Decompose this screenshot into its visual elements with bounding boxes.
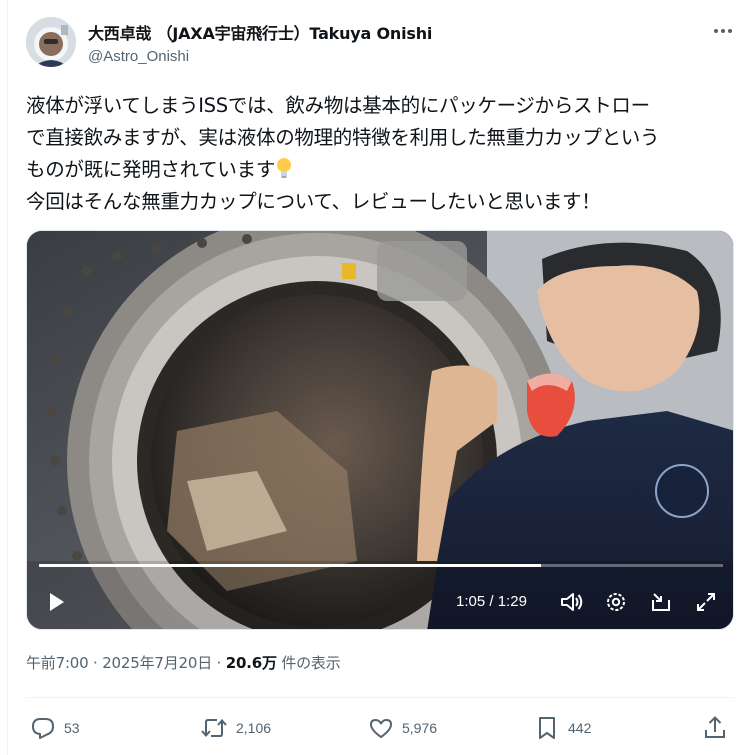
fullscreen-icon[interactable] xyxy=(693,589,719,615)
settings-icon[interactable] xyxy=(603,589,629,615)
views-count: 20.6万 xyxy=(225,654,277,672)
light-bulb-emoji xyxy=(277,158,292,178)
share-icon xyxy=(705,716,725,738)
display-name[interactable]: 大西卓哉 （JAXA宇宙飛行士）Takuya Onishi xyxy=(88,20,432,44)
time-separator: / xyxy=(485,593,498,610)
repost-button[interactable]: 2,106 xyxy=(200,712,271,744)
tweet-line-3: ものが既に発明されています xyxy=(26,154,741,186)
tweet-time[interactable]: 午前7:00 xyxy=(26,654,89,672)
tweet-meta: 午前7:00 · 2025年7月20日 · 20.6万 件の表示 xyxy=(26,652,341,673)
tweet-line-4: 今回はそんな無重力カップについて、レビューしたいと思います！ xyxy=(26,190,601,213)
volume-icon[interactable] xyxy=(558,589,584,615)
views-label: 件の表示 xyxy=(276,654,341,672)
author-handle[interactable]: @Astro_Onishi xyxy=(88,48,189,65)
video-progress-fill xyxy=(39,564,542,567)
like-icon xyxy=(370,719,392,738)
reply-button[interactable]: 53 xyxy=(30,712,80,744)
bookmark-icon xyxy=(539,717,555,739)
current-time: 1:05 xyxy=(456,593,486,610)
bookmark-button[interactable]: 442 xyxy=(534,712,591,744)
video-frame xyxy=(27,231,733,629)
tweet-date[interactable]: 2025年7月20日 xyxy=(102,654,212,672)
video-player[interactable]: 1:05 / 1:29 xyxy=(26,230,734,630)
like-button[interactable]: 5,976 xyxy=(368,712,437,744)
pip-icon[interactable] xyxy=(648,589,674,615)
like-count: 5,976 xyxy=(402,720,438,736)
repost-icon xyxy=(201,718,227,738)
share-button[interactable] xyxy=(702,712,728,744)
avatar[interactable] xyxy=(26,17,76,67)
action-bar: 53 2,106 5,976 442 xyxy=(26,712,734,744)
tweet-line-1: 液体が浮いてしまうISSでは、飲み物は基本的にパッケージからストロー xyxy=(26,94,650,117)
meta-separator: · xyxy=(88,654,103,672)
tweet-text: 液体が浮いてしまうISSでは、飲み物は基本的にパッケージからストロー で直接飲み… xyxy=(26,90,741,218)
more-icon[interactable] xyxy=(707,19,739,43)
repost-count: 2,106 xyxy=(236,720,272,736)
reply-icon xyxy=(32,718,54,739)
video-controls: 1:05 / 1:29 xyxy=(27,581,733,625)
duration: 1:29 xyxy=(497,593,527,610)
bookmark-count: 442 xyxy=(568,720,592,736)
column-border xyxy=(7,0,8,755)
play-icon[interactable] xyxy=(43,589,69,615)
divider xyxy=(26,697,734,698)
video-progress-bar[interactable] xyxy=(39,564,723,567)
tweet-line-2: で直接飲みますが、実は液体の物理的特徴を利用した無重力カップという xyxy=(26,126,660,149)
author-name-row[interactable]: 大西卓哉 （JAXA宇宙飛行士）Takuya Onishi xyxy=(88,20,432,44)
reply-count: 53 xyxy=(64,720,80,736)
tweet-card: 大西卓哉 （JAXA宇宙飛行士）Takuya Onishi @Astro_Oni… xyxy=(0,0,753,755)
meta-separator: · xyxy=(212,654,226,672)
video-time: 1:05 / 1:29 xyxy=(456,593,527,610)
